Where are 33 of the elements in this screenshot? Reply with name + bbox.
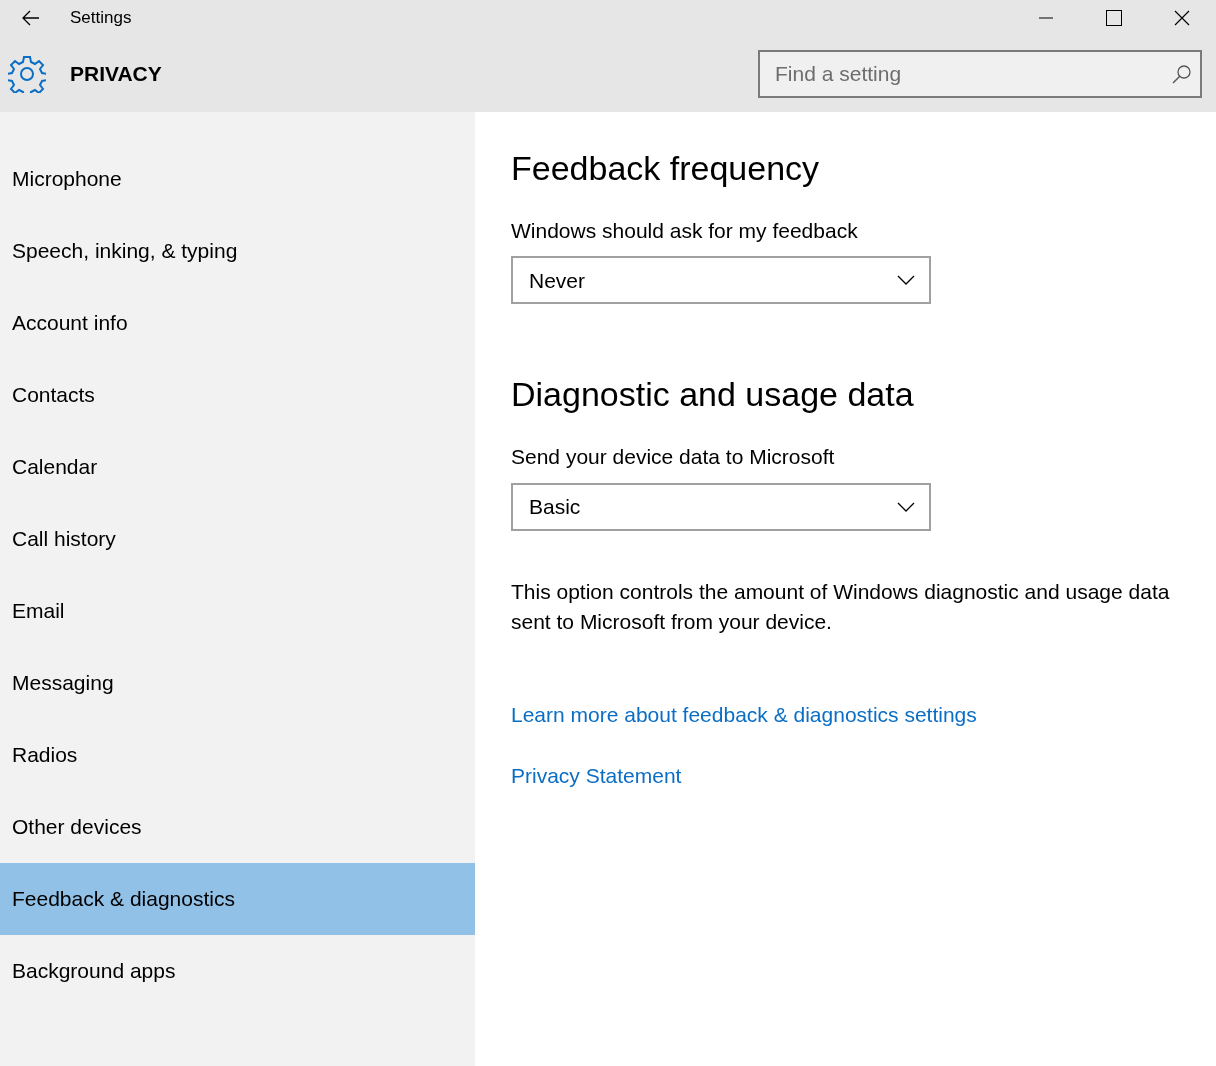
dropdown[interactable]: Never — [511, 256, 931, 305]
sidebar-item[interactable]: Background apps — [0, 935, 475, 1007]
section-heading: Diagnostic and usage data — [511, 374, 915, 416]
section-heading: Feedback frequency — [511, 148, 821, 189]
dropdown[interactable]: Basic — [511, 482, 931, 531]
minimize-icon — [1039, 16, 1053, 19]
description-text: This option controls the amount of Windows diagnostic and usage data sent to Microsoft from your device. — [511, 578, 1171, 635]
dropdown-value: Never — [529, 267, 586, 294]
link[interactable]: Privacy Statement — [511, 760, 682, 792]
sidebar-item[interactable]: Radios — [0, 719, 475, 791]
sidebar-item[interactable]: Call history — [0, 503, 475, 575]
dropdown-label: Send your device data to Microsoft — [511, 444, 836, 471]
sidebar-item[interactable]: Email — [0, 575, 475, 647]
page-title: PRIVACY — [70, 60, 162, 87]
chevron-down-icon — [897, 501, 915, 512]
link[interactable]: Learn more about feedback & diagnostics settings — [511, 698, 977, 731]
sidebar-item[interactable]: Microphone — [0, 143, 475, 215]
dropdown-value: Basic — [529, 493, 581, 520]
close-icon — [1174, 9, 1190, 26]
chevron-down-icon — [897, 275, 915, 286]
sidebar-item[interactable]: Calendar — [0, 431, 475, 503]
search-icon[interactable] — [1172, 63, 1192, 84]
sidebar-item[interactable]: Speech, inking, & typing — [0, 215, 475, 287]
maximize-icon — [1106, 9, 1122, 26]
sidebar-item[interactable]: Messaging — [0, 647, 475, 719]
sidebar-item[interactable]: Contacts — [0, 359, 475, 431]
sidebar-item[interactable]: Other devices — [0, 791, 475, 863]
sidebar-item[interactable]: Account info — [0, 287, 475, 359]
gear-icon — [8, 54, 46, 93]
dropdown-label: Windows should ask for my feedback — [511, 217, 859, 244]
window-title: Settings — [70, 6, 132, 29]
back-arrow-icon — [22, 9, 40, 26]
sidebar-item[interactable]: Feedback & diagnostics — [0, 863, 475, 935]
